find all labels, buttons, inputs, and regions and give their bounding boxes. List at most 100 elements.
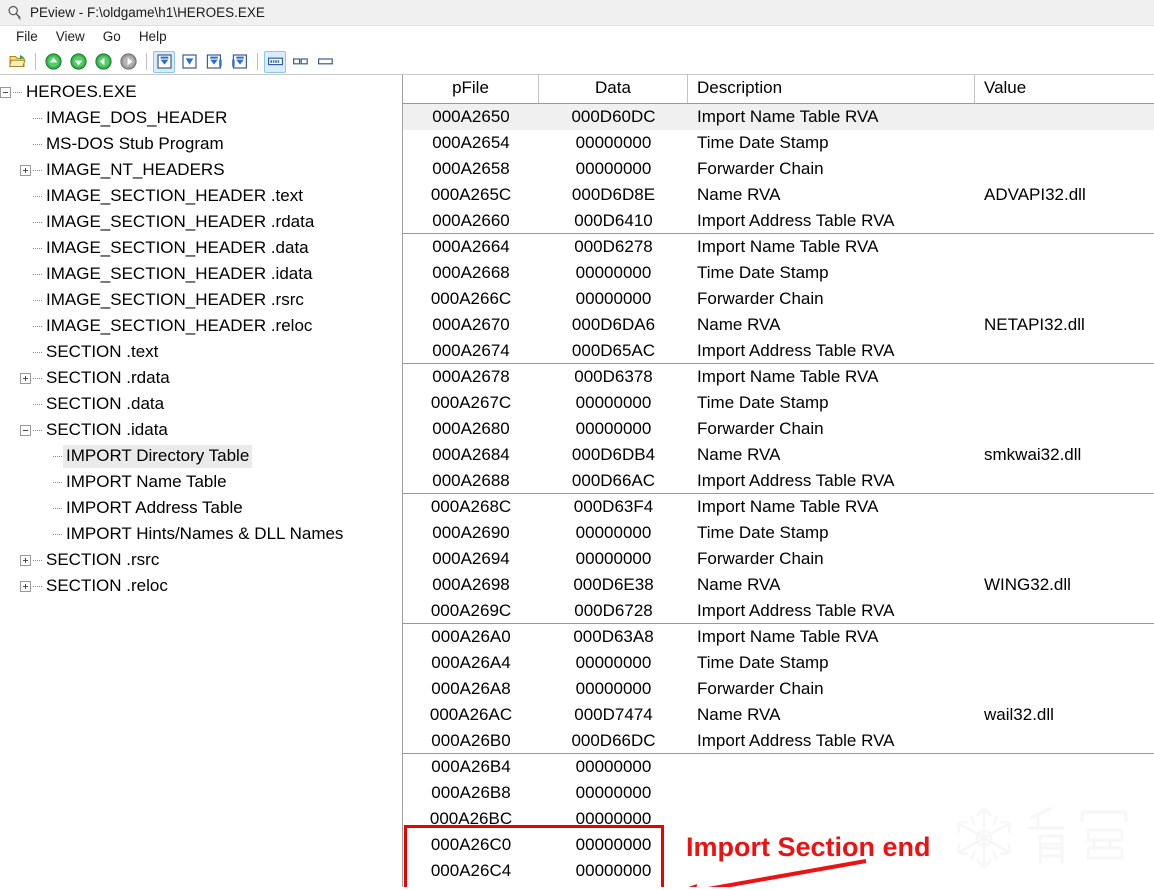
table-row[interactable]: 000A26C4 00000000: [403, 858, 1154, 884]
view-hex-icon[interactable]: [264, 50, 286, 73]
cell-pfile: 000A2684: [432, 445, 510, 464]
table-row[interactable]: 000A2670 000D6DA6 Name RVA NETAPI32.dll: [403, 312, 1154, 338]
tree-item[interactable]: IMAGE_SECTION_HEADER .data: [0, 235, 402, 261]
table-row[interactable]: 000A26BC 00000000: [403, 806, 1154, 832]
tree-item[interactable]: SECTION .text: [0, 339, 402, 365]
cell-description: Name RVA: [697, 445, 781, 464]
cell-data: 00000000: [575, 289, 652, 308]
tree-collapse-icon[interactable]: [0, 86, 11, 98]
table-row[interactable]: 000A2680 00000000 Forwarder Chain: [403, 416, 1154, 442]
column-header-value[interactable]: Value: [975, 75, 1154, 103]
menu-item-go[interactable]: Go: [94, 28, 130, 46]
table-row[interactable]: 000A2678 000D6378 Import Name Table RVA: [403, 364, 1154, 390]
column-header-data[interactable]: Data: [539, 75, 688, 103]
table-row[interactable]: 000A2698 000D6E38 Name RVA WING32.dll: [403, 572, 1154, 598]
view-single-icon[interactable]: [314, 51, 336, 73]
tree-connector-line: [53, 455, 62, 457]
table-row[interactable]: 000A2684 000D6DB4 Name RVA smkwai32.dll: [403, 442, 1154, 468]
table-row[interactable]: 000A2690 00000000 Time Date Stamp: [403, 520, 1154, 546]
cell-pfile: 000A266C: [430, 289, 512, 308]
tree-item-label: IMAGE_SECTION_HEADER .text: [46, 185, 303, 205]
tree-item[interactable]: IMPORT Name Table: [0, 469, 402, 495]
menu-item-file[interactable]: File: [7, 28, 47, 46]
table-row[interactable]: 000A2674 000D65AC Import Address Table RVA: [403, 338, 1154, 364]
cell-pfile: 000A2668: [432, 263, 510, 282]
tree-item[interactable]: IMPORT Address Table: [0, 495, 402, 521]
table-row[interactable]: 000A26B4 00000000: [403, 754, 1154, 780]
tree-expand-icon[interactable]: [20, 164, 31, 176]
tree-item-label: IMAGE_SECTION_HEADER .data: [46, 237, 309, 257]
tree-connector-line: [33, 429, 42, 431]
cell-data: 00000000: [575, 523, 652, 542]
tree-connector-line: [33, 351, 42, 353]
table-row[interactable]: 000A269C 000D6728 Import Address Table RVA: [403, 598, 1154, 624]
nav-back-icon[interactable]: [92, 51, 114, 73]
tree-item[interactable]: SECTION .idata: [0, 417, 402, 443]
tree-item[interactable]: IMAGE_SECTION_HEADER .text: [0, 183, 402, 209]
cell-description: Import Address Table RVA: [697, 470, 895, 490]
cell-pfile: 000A2680: [432, 419, 510, 438]
tree-item[interactable]: IMAGE_NT_HEADERS: [0, 157, 402, 183]
table-row[interactable]: 000A266C 00000000 Forwarder Chain: [403, 286, 1154, 312]
tree-collapse-icon[interactable]: [20, 424, 31, 436]
menu-item-view[interactable]: View: [47, 28, 94, 46]
tree-item[interactable]: IMAGE_SECTION_HEADER .idata: [0, 261, 402, 287]
tree-item[interactable]: SECTION .rsrc: [0, 547, 402, 573]
view-sections-icon[interactable]: [178, 51, 200, 73]
table-row[interactable]: 000A26A4 00000000 Time Date Stamp: [403, 650, 1154, 676]
view-imports-icon[interactable]: [203, 51, 225, 73]
view-split-icon[interactable]: [289, 51, 311, 73]
tree-item[interactable]: IMAGE_SECTION_HEADER .rdata: [0, 209, 402, 235]
tree-item[interactable]: SECTION .reloc: [0, 573, 402, 599]
table-body[interactable]: 000A2650 000D60DC Import Name Table RVA 000…: [403, 104, 1154, 884]
table-row[interactable]: 000A26B8 00000000: [403, 780, 1154, 806]
table-row[interactable]: 000A2660 000D6410 Import Address Table RVA: [403, 208, 1154, 234]
tree-item[interactable]: IMAGE_SECTION_HEADER .reloc: [0, 313, 402, 339]
tree-item[interactable]: IMPORT Directory Table: [0, 443, 402, 469]
cell-description: Time Date Stamp: [697, 133, 829, 152]
table-row[interactable]: 000A2688 000D66AC Import Address Table RVA: [403, 468, 1154, 494]
table-row[interactable]: 000A2650 000D60DC Import Name Table RVA: [403, 104, 1154, 130]
table-row[interactable]: 000A2664 000D6278 Import Name Table RVA: [403, 234, 1154, 260]
toolbar-separator: [146, 53, 147, 70]
nav-up-icon[interactable]: [42, 51, 64, 73]
table-row[interactable]: 000A2668 00000000 Time Date Stamp: [403, 260, 1154, 286]
tree-item-label: IMAGE_SECTION_HEADER .reloc: [46, 315, 313, 335]
tree-item[interactable]: SECTION .rdata: [0, 365, 402, 391]
nav-forward-icon[interactable]: [117, 51, 139, 73]
column-header-pfile[interactable]: pFile: [403, 75, 539, 103]
table-pane[interactable]: pFile Data Description Value 000A2650 000D60…: [403, 75, 1154, 890]
table-row[interactable]: 000A2694 00000000 Forwarder Chain: [403, 546, 1154, 572]
tree-pane[interactable]: HEROES.EXE IMAGE_DOS_HEADER MS-DOS Stub Pr…: [0, 75, 403, 890]
tree-item[interactable]: MS-DOS Stub Program: [0, 131, 402, 157]
tree-connector-line: [33, 377, 42, 379]
cell-description: Name RVA: [697, 185, 781, 204]
cell-data: 000D66DC: [571, 730, 656, 750]
window-title-bar: PEview - F:\oldgame\h1\HEROES.EXE: [0, 0, 1154, 26]
table-row[interactable]: 000A267C 00000000 Time Date Stamp: [403, 390, 1154, 416]
table-row[interactable]: 000A2654 00000000 Time Date Stamp: [403, 130, 1154, 156]
table-row[interactable]: 000A265C 000D6D8E Name RVA ADVAPI32.dll: [403, 182, 1154, 208]
tree-item[interactable]: IMPORT Hints/Names & DLL Names: [0, 521, 402, 547]
open-file-icon[interactable]: [6, 51, 28, 73]
table-row[interactable]: 000A2658 00000000 Forwarder Chain: [403, 156, 1154, 182]
table-row[interactable]: 000A26C0 00000000: [403, 832, 1154, 858]
column-header-description[interactable]: Description: [688, 75, 975, 103]
view-headers-icon[interactable]: [153, 50, 175, 73]
tree-item[interactable]: HEROES.EXE: [0, 79, 402, 105]
tree-expand-icon[interactable]: [20, 372, 31, 384]
tree-item[interactable]: IMAGE_SECTION_HEADER .rsrc: [0, 287, 402, 313]
tree-expand-icon[interactable]: [20, 554, 31, 566]
table-row[interactable]: 000A26AC 000D7474 Name RVA wail32.dll: [403, 702, 1154, 728]
table-row[interactable]: 000A26A0 000D63A8 Import Name Table RVA: [403, 624, 1154, 650]
view-exports-icon[interactable]: [228, 51, 250, 73]
table-row[interactable]: 000A268C 000D63F4 Import Name Table RVA: [403, 494, 1154, 520]
table-row[interactable]: 000A26B0 000D66DC Import Address Table RVA: [403, 728, 1154, 754]
tree-item-label: SECTION .rsrc: [46, 549, 160, 569]
menu-item-help[interactable]: Help: [130, 28, 176, 46]
tree-expand-icon[interactable]: [20, 580, 31, 592]
table-row[interactable]: 000A26A8 00000000 Forwarder Chain: [403, 676, 1154, 702]
tree-item[interactable]: SECTION .data: [0, 391, 402, 417]
tree-item[interactable]: IMAGE_DOS_HEADER: [0, 105, 402, 131]
nav-down-icon[interactable]: [67, 51, 89, 73]
